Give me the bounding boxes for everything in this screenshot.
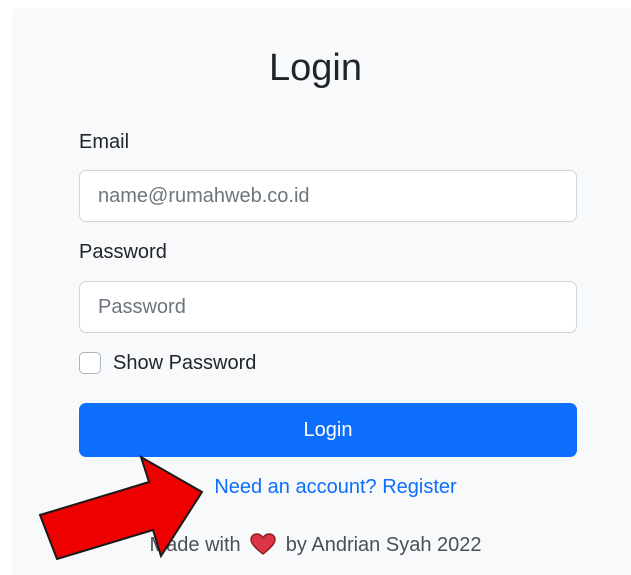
password-field[interactable] [79,281,577,333]
page-title: Login [269,47,362,89]
show-password-row[interactable]: Show Password [79,349,256,377]
login-button[interactable]: Login [79,403,577,457]
email-label: Email [79,131,130,153]
heart-icon [250,533,276,555]
footer-text-after: by Andrian Syah 2022 [285,534,482,556]
red-arrow-icon [38,454,204,560]
show-password-label[interactable]: Show Password [113,352,256,375]
email-field[interactable] [79,170,577,222]
password-label: Password [79,241,167,263]
register-link-label[interactable]: Need an account? Register [214,476,456,498]
show-password-checkbox[interactable] [79,352,101,374]
